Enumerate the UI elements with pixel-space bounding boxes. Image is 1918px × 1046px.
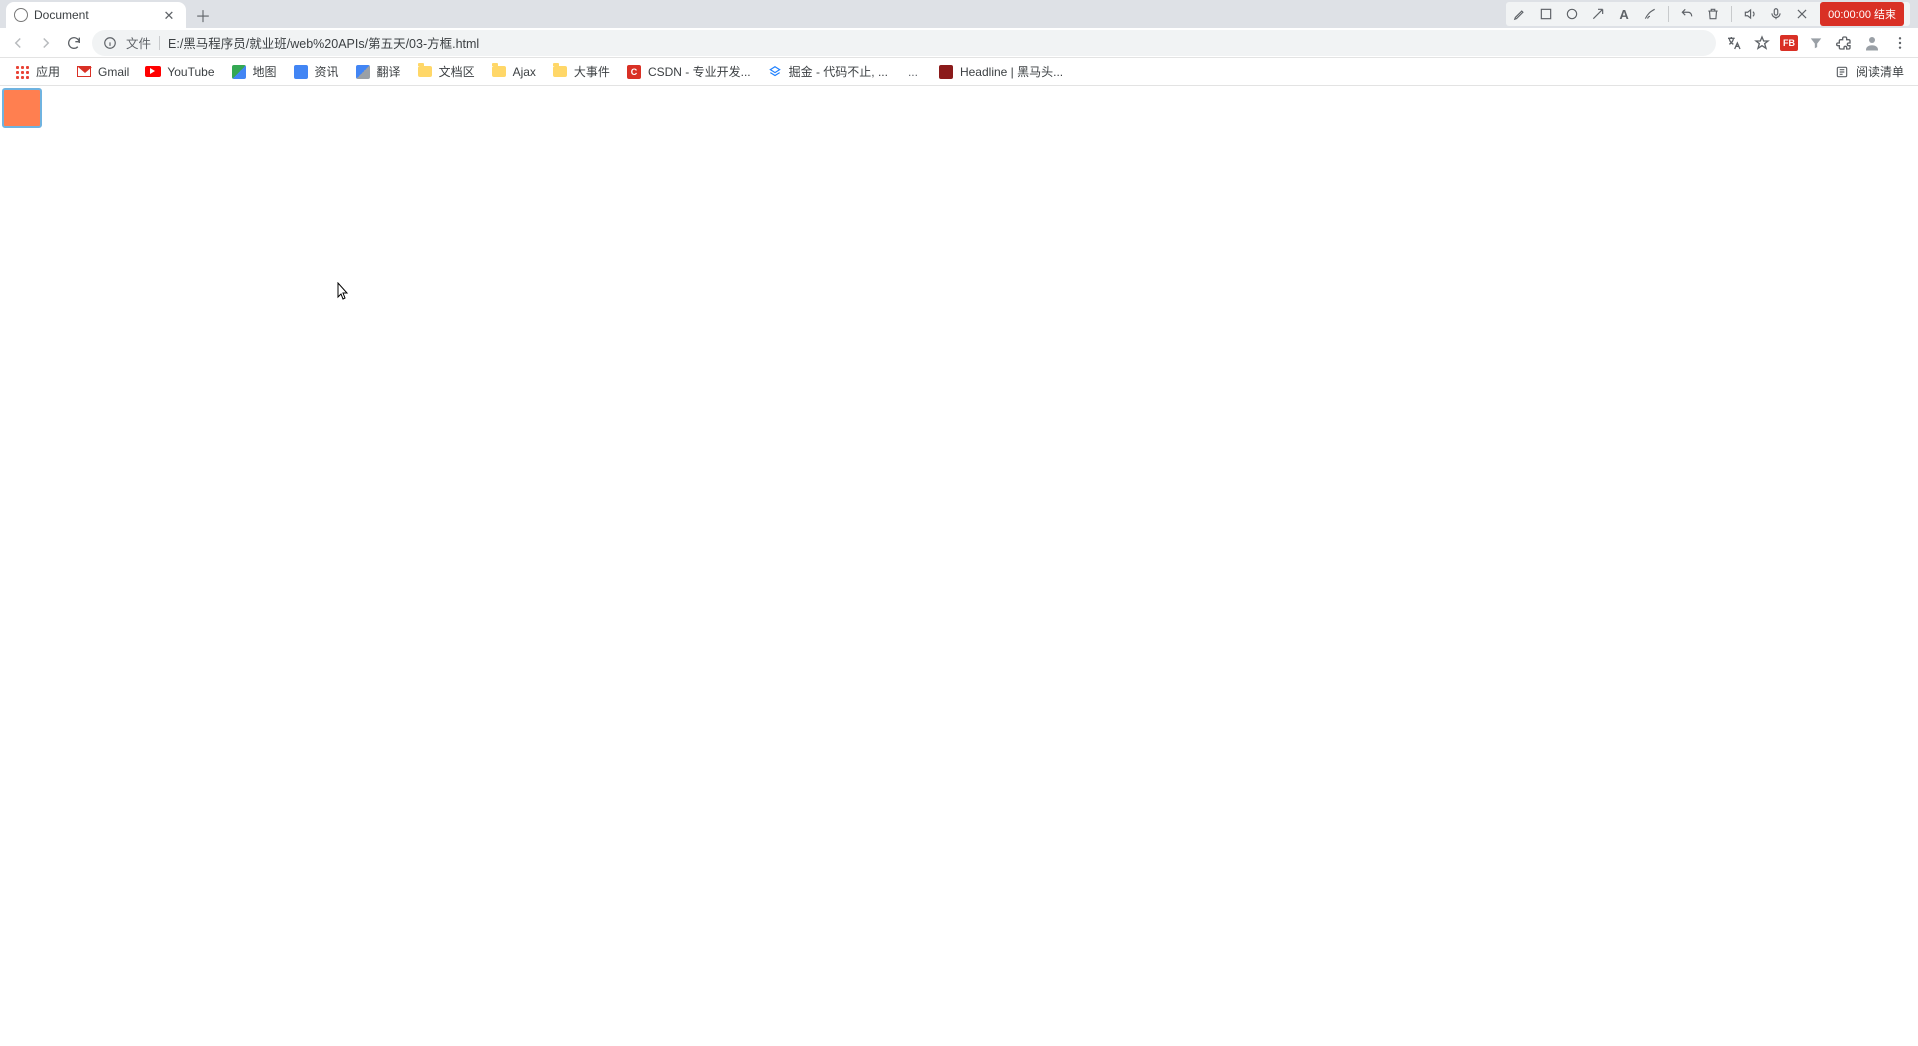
url-separator — [159, 36, 160, 50]
bookmark-label: 掘金 - 代码不止, ... — [789, 63, 888, 80]
bookmark-item[interactable]: 应用 — [8, 60, 66, 83]
tab-close-button[interactable]: ✕ — [162, 8, 176, 22]
screen-recorder-toolbar: A 00:00:00 结束 — [1506, 2, 1910, 26]
toolbar-separator — [1731, 6, 1732, 22]
bookmark-item[interactable]: C CSDN - 专业开发... — [620, 60, 757, 83]
url-prefix-label: 文件 — [126, 33, 151, 52]
end-recording-button[interactable]: 00:00:00 结束 — [1820, 2, 1904, 26]
bookmark-label: Headline | 黑马头... — [960, 63, 1063, 80]
speaker-icon[interactable] — [1742, 6, 1758, 22]
microphone-icon[interactable] — [1768, 6, 1784, 22]
bookmark-label: 地图 — [253, 63, 277, 80]
toolbar-separator — [1668, 6, 1669, 22]
translate-icon — [355, 64, 371, 80]
csdn-icon: C — [626, 64, 642, 80]
text-tool-icon[interactable]: A — [1616, 6, 1632, 22]
bookmark-item[interactable]: 文档区 — [411, 60, 481, 83]
bookmark-item[interactable]: 资讯 — [287, 60, 345, 83]
youtube-icon — [145, 64, 161, 80]
bookmark-label: 大事件 — [574, 63, 610, 80]
gmail-icon — [76, 64, 92, 80]
url-text: E:/黑马程序员/就业班/web%20APIs/第五天/03-方框.html — [168, 33, 479, 52]
bookmark-label: 资讯 — [315, 63, 339, 80]
pencil-icon[interactable] — [1512, 6, 1528, 22]
brush-icon[interactable] — [1642, 6, 1658, 22]
juejin-icon — [767, 64, 783, 80]
site-info-icon[interactable] — [102, 35, 118, 51]
browser-tab[interactable]: Document ✕ — [6, 2, 186, 28]
back-button[interactable] — [8, 33, 28, 53]
translate-page-icon[interactable] — [1724, 33, 1744, 53]
extensions-puzzle-icon[interactable] — [1834, 33, 1854, 53]
globe-favicon-icon — [14, 8, 28, 22]
cursor-icon — [337, 282, 349, 300]
bookmark-item[interactable]: 大事件 — [546, 60, 616, 83]
reading-list-label: 阅读清单 — [1856, 63, 1904, 80]
new-tab-button[interactable]: ＋ — [190, 2, 216, 28]
headline-icon — [938, 64, 954, 80]
profile-avatar-icon[interactable] — [1862, 33, 1882, 53]
arrow-shape-icon[interactable] — [1590, 6, 1606, 22]
tab-strip: Document ✕ ＋ A — [0, 0, 1918, 28]
folder-icon — [417, 64, 433, 80]
folder-icon — [552, 64, 568, 80]
bookmark-item[interactable]: YouTube — [139, 61, 220, 83]
bookmark-label: YouTube — [167, 65, 214, 79]
bookmarks-bar: 应用 Gmail YouTube 地图 资讯 翻译 文档区 Ajax 大事件 C CSDN - 专业… — [0, 58, 1918, 86]
omnibox[interactable]: 文件 E:/黑马程序员/就业班/web%20APIs/第五天/03-方框.htm… — [92, 30, 1716, 56]
page-content — [0, 86, 1918, 1046]
bookmark-item[interactable]: 翻译 — [349, 60, 407, 83]
filter-extension-icon[interactable] — [1806, 33, 1826, 53]
folder-icon — [491, 64, 507, 80]
tab-title: Document — [34, 8, 156, 22]
bookmark-item[interactable]: Gmail — [70, 61, 135, 83]
circle-shape-icon[interactable] — [1564, 6, 1580, 22]
apps-icon — [14, 64, 30, 80]
bookmark-item[interactable]: 掘金 - 代码不止, ... — [761, 60, 894, 83]
undo-icon[interactable] — [1679, 6, 1695, 22]
bookmark-label: CSDN - 专业开发... — [648, 63, 751, 80]
square-shape-icon[interactable] — [1538, 6, 1554, 22]
bookmark-label: Gmail — [98, 65, 129, 79]
bookmark-overflow[interactable]: ... — [904, 65, 922, 79]
bookmark-item[interactable]: Ajax — [485, 61, 542, 83]
bookmark-item[interactable]: Headline | 黑马头... — [932, 60, 1069, 83]
reload-button[interactable] — [64, 33, 84, 53]
reading-list-icon — [1834, 64, 1850, 80]
bookmark-item[interactable]: 地图 — [225, 60, 283, 83]
trash-icon[interactable] — [1705, 6, 1721, 22]
bookmark-item[interactable]: ... — [898, 62, 928, 82]
browser-menu-button[interactable] — [1890, 33, 1910, 53]
maps-icon — [231, 64, 247, 80]
news-icon — [293, 64, 309, 80]
fb-extension-icon[interactable]: FB — [1780, 35, 1798, 51]
bookmark-label: Ajax — [513, 65, 536, 79]
reading-list-button[interactable]: 阅读清单 — [1828, 60, 1910, 83]
close-recorder-icon[interactable] — [1794, 6, 1810, 22]
forward-button[interactable] — [36, 33, 56, 53]
orange-square-box[interactable] — [2, 88, 42, 128]
bookmark-star-icon[interactable] — [1752, 33, 1772, 53]
bookmark-label: 文档区 — [439, 63, 475, 80]
bookmark-label: 翻译 — [377, 63, 401, 80]
address-bar-row: 文件 E:/黑马程序员/就业班/web%20APIs/第五天/03-方框.htm… — [0, 28, 1918, 58]
bookmark-label: 应用 — [36, 63, 60, 80]
